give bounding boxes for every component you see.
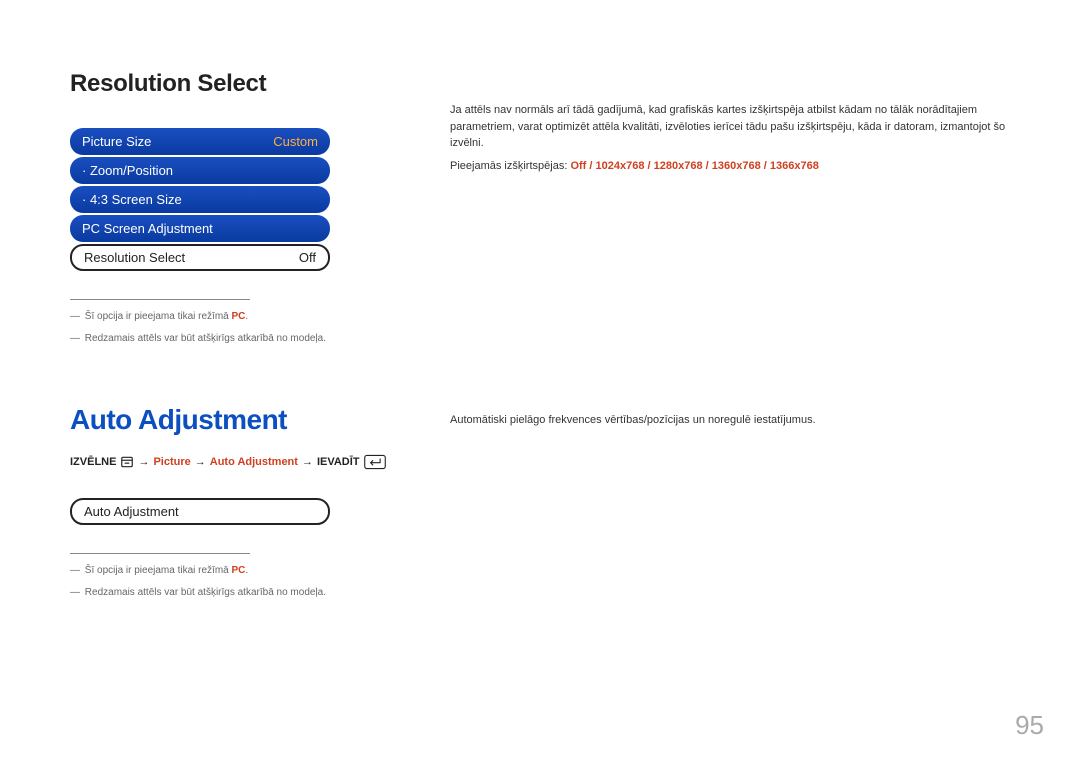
description-text: Automātiski pielāgo frekvences vērtības/…: [450, 412, 1020, 429]
menu-icon: [120, 455, 134, 469]
menu-item-43-screen-size: · 4:3 Screen Size: [70, 186, 330, 213]
path-auto-adjustment: Auto Adjustment: [210, 456, 298, 468]
menu-item-label: PC Screen Adjustment: [82, 221, 213, 236]
menu-item-resolution-select: Resolution Select Off: [70, 244, 330, 271]
osd-menu-1: Picture Size Custom · Zoom/Position · 4:…: [70, 128, 330, 271]
menu-item-label: Picture Size: [82, 134, 151, 149]
footnote-model-vary: ― Redzamais attēls var būt atšķirīgs atk…: [70, 332, 400, 346]
menu-item-label: · 4:3 Screen Size: [82, 192, 182, 207]
path-enter: IEVADĪT: [317, 456, 360, 468]
menu-item-label: · Zoom/Position: [82, 163, 173, 178]
footnote-pc-only: ― Šī opcija ir pieejama tikai režīmā PC.: [70, 564, 400, 578]
menu-item-value: Off: [299, 250, 316, 265]
left-column-1: Resolution Select Picture Size Custom · …: [70, 70, 400, 354]
osd-menu-2: Auto Adjustment: [70, 498, 330, 525]
menu-item-pc-screen-adjustment: PC Screen Adjustment: [70, 215, 330, 242]
heading-auto-adjustment: Auto Adjustment: [70, 404, 400, 436]
menu-item-auto-adjustment: Auto Adjustment: [70, 498, 330, 525]
available-resolutions: Pieejamās izšķirtspējas: Off / 1024x768 …: [450, 160, 1020, 172]
right-column-1: Ja attēls nav normāls arī tādā gadījumā,…: [450, 70, 1020, 172]
menu-item-label: Auto Adjustment: [84, 504, 179, 519]
divider: [70, 553, 250, 554]
footnote-model-vary: ― Redzamais attēls var būt atšķirīgs atk…: [70, 586, 400, 600]
menu-item-zoom-position: · Zoom/Position: [70, 157, 330, 184]
menu-item-picture-size: Picture Size Custom: [70, 128, 330, 155]
menu-path: IZVĒLNE → Picture → Auto Adjustment → IE…: [70, 454, 400, 470]
document-page: Resolution Select Picture Size Custom · …: [0, 0, 1080, 763]
footnote-pc-only: ― Šī opcija ir pieejama tikai režīmā PC.: [70, 310, 400, 324]
path-picture: Picture: [153, 456, 190, 468]
page-number: 95: [1015, 710, 1044, 741]
section-auto-adjustment: Auto Adjustment IZVĒLNE → Picture → Auto…: [70, 384, 1020, 608]
heading-resolution-select: Resolution Select: [70, 70, 400, 98]
description-text: Ja attēls nav normāls arī tādā gadījumā,…: [450, 102, 1020, 152]
enter-icon: [364, 454, 386, 470]
menu-item-value: Custom: [273, 134, 318, 149]
divider: [70, 299, 250, 300]
section-resolution-select: Resolution Select Picture Size Custom · …: [70, 70, 1020, 354]
menu-item-label: Resolution Select: [84, 250, 185, 265]
right-column-2: Automātiski pielāgo frekvences vērtības/…: [450, 384, 1020, 429]
path-menu: IZVĒLNE: [70, 456, 116, 468]
left-column-2: Auto Adjustment IZVĒLNE → Picture → Auto…: [70, 384, 400, 608]
